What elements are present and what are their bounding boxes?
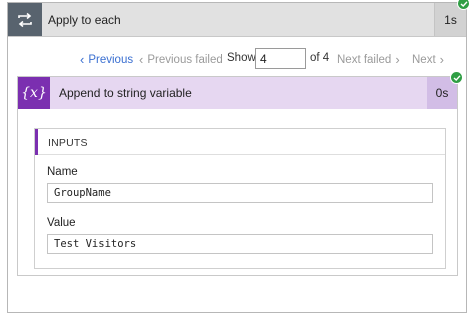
inputs-header[interactable]: INPUTS [35, 129, 445, 155]
page-total: of 4 [310, 52, 330, 64]
loop-header[interactable]: Apply to each 1s [8, 3, 466, 37]
page-number-input[interactable] [255, 48, 306, 69]
chevron-left-icon: ‹ [139, 52, 144, 67]
inputs-panel: INPUTS Name GroupName Value Test Visitor… [34, 128, 446, 269]
previous-link[interactable]: ‹ Previous [80, 52, 133, 67]
action-success-check-icon [450, 71, 463, 84]
loop-success-check-icon [457, 0, 470, 10]
inputs-accent-bar [35, 129, 38, 155]
previous-label: Previous [88, 53, 134, 66]
loop-title: Apply to each [48, 13, 121, 27]
next-link[interactable]: Next › [412, 52, 444, 67]
previous-failed-label: Previous failed [147, 53, 223, 66]
append-to-string-variable-card: {x} Append to string variable 0s INPUTS … [17, 76, 458, 276]
inputs-title: INPUTS [48, 137, 88, 149]
variable-icon: {x} [18, 77, 50, 109]
next-failed-link[interactable]: Next failed › [337, 52, 400, 67]
action-header[interactable]: {x} Append to string variable 0s [18, 77, 457, 109]
next-label: Next [412, 53, 436, 66]
chevron-left-icon: ‹ [80, 52, 85, 67]
next-failed-label: Next failed [337, 53, 392, 66]
previous-failed-link[interactable]: ‹ Previous failed [139, 52, 223, 67]
chevron-right-icon: › [439, 52, 444, 67]
chevron-right-icon: › [395, 52, 400, 67]
value-field-label: Value [47, 217, 76, 229]
action-title: Append to string variable [59, 86, 192, 100]
apply-to-each-card: Apply to each 1s ‹ Previous ‹ Previous f… [7, 2, 467, 313]
iteration-pager: ‹ Previous ‹ Previous failed Show of 4 N… [8, 47, 466, 71]
show-label: Show [227, 52, 256, 64]
name-field-value[interactable]: GroupName [47, 183, 433, 203]
loop-icon [8, 3, 42, 36]
name-field-label: Name [47, 166, 78, 178]
value-field-value[interactable]: Test Visitors [47, 234, 433, 254]
